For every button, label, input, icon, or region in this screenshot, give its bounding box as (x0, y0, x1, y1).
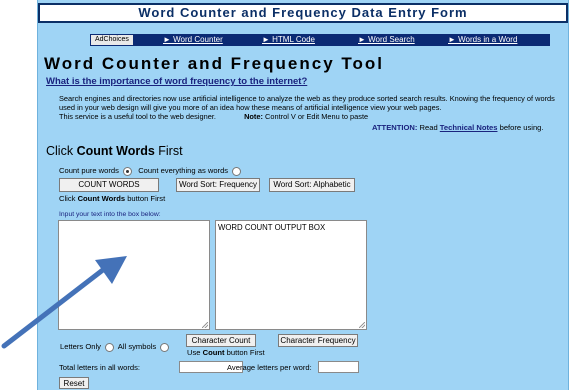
attention-label: ATTENTION: (372, 123, 418, 132)
technical-notes-link[interactable]: Technical Notes (440, 123, 498, 132)
character-frequency-button[interactable]: Character Frequency (278, 334, 358, 347)
cwf-bold: Count Words (76, 144, 155, 158)
sort-alphabetic-button[interactable]: Word Sort: Alphabetic (269, 178, 355, 192)
pure-words-radio[interactable] (123, 166, 133, 176)
importance-link[interactable]: What is the importance of word frequency… (46, 76, 307, 87)
nav-link-words-in-a-word[interactable]: ► Words in a Word (448, 34, 517, 46)
nav-link-word-search[interactable]: ► Word Search (358, 34, 415, 46)
resize-grip-icon[interactable] (359, 322, 365, 328)
letters-only-label: Letters Only (60, 342, 101, 351)
hint1-post: button First (125, 194, 166, 203)
nav-bar: AdChoices ► Word Counter ► HTML Code ► W… (90, 34, 550, 46)
text-input-area[interactable] (58, 220, 210, 330)
description-useful: This service is a useful tool to the web… (59, 112, 216, 122)
description: Search engines and directories now use a… (59, 94, 559, 122)
description-text: Search engines and directories now use a… (59, 94, 555, 113)
cwf-pre: Click (46, 144, 77, 158)
all-symbols-label: All symbols (117, 342, 157, 351)
letters-only-radio[interactable] (105, 342, 115, 352)
count-hint: Use Count button First (187, 348, 265, 357)
count-mode-options: Count pure words Count everything as wor… (59, 166, 243, 176)
total-letters-label: Total letters in all words: (59, 363, 141, 372)
average-letters-label: Average letters per word: (227, 363, 312, 372)
pure-words-label: Count pure words (59, 166, 119, 175)
all-symbols-radio[interactable] (160, 342, 170, 352)
hint1-pre: Click (59, 194, 78, 203)
nav-link-html-code[interactable]: ► HTML Code (262, 34, 315, 46)
everything-label: Count everything as words (138, 166, 229, 175)
everything-radio[interactable] (232, 166, 242, 176)
reset-button[interactable]: Reset (59, 377, 89, 389)
click-count-words-heading: Click Count Words First (46, 144, 183, 158)
adchoices-badge[interactable]: AdChoices (91, 35, 133, 45)
hint2-post: button First (224, 348, 265, 357)
attention-pre: Read (417, 123, 440, 132)
letter-mode-options: Letters Only All symbols (60, 342, 171, 352)
input-label: Input your text into the box below: (59, 211, 161, 218)
note-label: Note: (244, 112, 263, 122)
resize-grip-icon[interactable] (202, 322, 208, 328)
attention-post: before using. (497, 123, 544, 132)
hint1-bold: Count Words (77, 194, 126, 203)
character-count-button[interactable]: Character Count (186, 334, 256, 347)
word-count-output-box[interactable]: WORD COUNT OUTPUT BOX (215, 220, 367, 330)
attention-line: ATTENTION: Read Technical Notes before u… (372, 123, 544, 132)
hint2-pre: Use (187, 348, 203, 357)
tool-title: Word Counter and Frequency Tool (44, 54, 384, 73)
nav-link-word-counter[interactable]: ► Word Counter (163, 34, 223, 46)
cwf-post: First (154, 144, 183, 158)
output-text: WORD COUNT OUTPUT BOX (218, 223, 326, 232)
hint2-bold: Count (202, 348, 225, 357)
sort-frequency-button[interactable]: Word Sort: Frequency (176, 178, 260, 192)
count-words-button[interactable]: COUNT WORDS (59, 178, 159, 192)
average-letters-field[interactable] (318, 361, 359, 373)
note-text: Control V or Edit Menu to paste (262, 112, 369, 122)
count-words-hint: Click Count Words button First (59, 194, 165, 203)
form-page: Word Counter and Frequency Data Entry Fo… (37, 0, 569, 390)
page-title: Word Counter and Frequency Data Entry Fo… (38, 3, 568, 23)
